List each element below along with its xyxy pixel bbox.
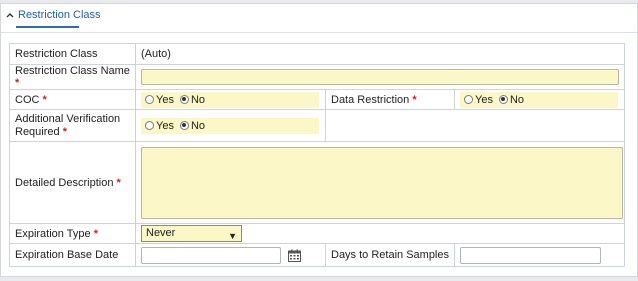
expiration-base-date-cell [135,243,326,267]
required-marker: * [15,77,20,89]
data-restriction-label-cell: Data Restriction * [325,89,455,110]
detailed-description-label-cell: Detailed Description * [9,141,136,224]
expiration-base-date-input[interactable] [141,246,281,264]
data-restriction-no-radio[interactable] [498,94,508,104]
coc-label-cell: COC * [9,89,136,110]
form-row: Detailed Description * [9,141,625,224]
data-restriction-label: Data Restriction [331,93,410,106]
form-row: Restriction Class (Auto) [9,43,625,65]
days-to-retain-input[interactable] [460,246,601,264]
days-to-retain-label: Days to Retain Samples [325,243,455,267]
expiration-type-cell: Never ▼ [135,223,625,244]
expiration-type-value: Never [146,227,176,239]
restriction-class-name-cell [135,64,625,90]
coc-label: COC [15,93,40,106]
coc-no-radio[interactable] [179,94,189,104]
required-marker: * [412,93,417,106]
coc-yes-label: Yes [156,93,174,106]
calendar-icon[interactable] [288,249,302,262]
additional-verification-radio-group: Yes No [141,117,319,134]
detailed-description-cell [135,141,625,224]
coc-yes-radio[interactable] [145,94,154,104]
required-marker: * [93,227,98,240]
additional-verification-label-cell: Additional Verification Required * [9,109,136,142]
expiration-type-label-cell: Expiration Type * [9,223,136,244]
form-row: Expiration Base Date Days to Retain Samp… [9,243,625,267]
data-restriction-no-label: No [509,93,525,106]
required-marker: * [116,176,121,189]
data-restriction-yes-label: Yes [475,93,493,106]
form-row: Expiration Type * Never ▼ [9,223,625,244]
days-to-retain-cell [454,243,625,267]
restriction-class-panel: Restriction Class Restriction Class (Aut… [0,3,638,277]
triangle-down-icon: ▼ [228,231,237,241]
detailed-description-label: Detailed Description [15,176,114,189]
expiration-base-date-label: Expiration Base Date [9,243,136,267]
data-restriction-radio-group: Yes No [460,91,618,108]
data-restriction-options-cell: Yes No [454,89,625,110]
empty-cell [325,109,625,142]
restriction-class-name-input[interactable] [141,69,619,85]
expiration-type-label: Expiration Type [15,227,91,240]
form-row: Restriction Class Name * [9,64,625,90]
data-restriction-yes-radio[interactable] [464,94,473,104]
restriction-class-name-label: Restriction Class Name [15,65,130,77]
active-tab-indicator [16,26,79,28]
coc-no-label: No [190,93,206,106]
additional-verification-options-cell: Yes No [135,109,326,142]
additional-verification-label: Additional Verification Required [15,112,121,138]
restriction-class-form: Restriction Class (Auto) Restriction Cla… [9,43,625,267]
additional-verification-no-radio[interactable] [179,120,189,130]
additional-verification-no-label: No [190,119,206,132]
restriction-class-value: (Auto) [135,43,625,65]
coc-options-cell: Yes No [135,89,326,110]
additional-verification-yes-label: Yes [156,119,174,132]
chevron-up-icon[interactable] [6,11,14,19]
additional-verification-yes-radio[interactable] [145,120,154,130]
detailed-description-textarea[interactable] [141,146,623,219]
coc-radio-group: Yes No [141,91,319,108]
required-marker: * [42,93,47,106]
section-tab-restriction-class[interactable]: Restriction Class [18,9,101,21]
section-header: Restriction Class [1,4,637,33]
expiration-type-select[interactable]: Never ▼ [141,225,242,242]
form-row: COC * Yes No Data Restriction * Yes No [9,89,625,110]
form-row: Additional Verification Required * Yes No [9,109,625,142]
restriction-class-label: Restriction Class [9,43,136,65]
restriction-class-name-label-cell: Restriction Class Name * [9,64,136,90]
required-marker: * [62,125,67,138]
